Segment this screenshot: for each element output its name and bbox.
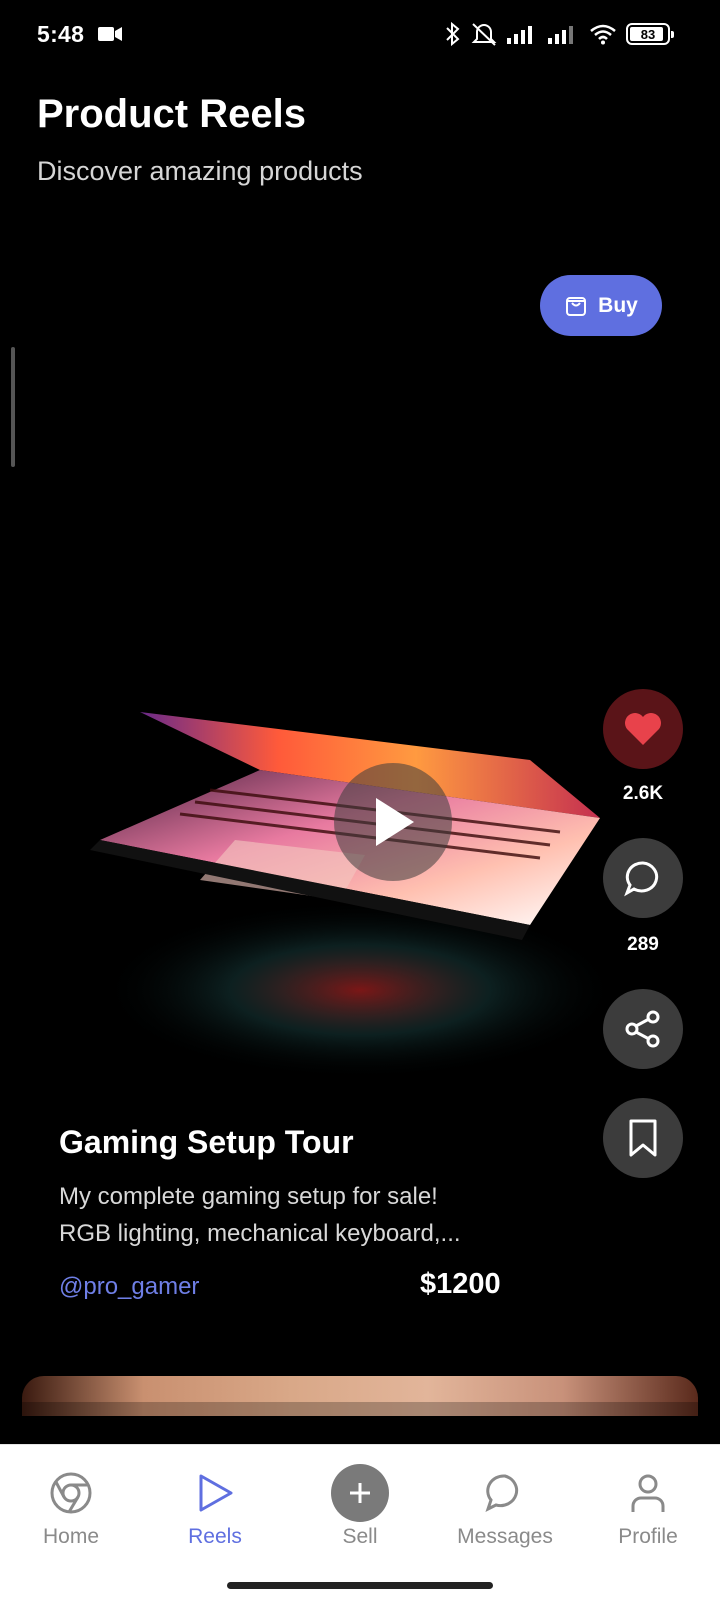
bottom-nav: Home Reels Sell Messages Profile [0, 1444, 720, 1600]
plus-icon [330, 1463, 390, 1523]
page-subtitle: Discover amazing products [37, 156, 363, 186]
shopping-bag-icon [566, 296, 587, 316]
bookmark-icon [629, 1119, 657, 1157]
heart-icon [625, 713, 661, 745]
like-count: 2.6K [622, 783, 664, 804]
nav-profile-label: Profile [618, 1525, 678, 1548]
comment-icon [624, 861, 659, 897]
nav-reels-label: Reels [188, 1525, 242, 1548]
scroll-indicator[interactable] [11, 347, 15, 467]
profile-icon [624, 1469, 672, 1517]
play-icon [191, 1469, 239, 1517]
like-button[interactable] [603, 689, 683, 769]
page-title: Product Reels [37, 92, 306, 136]
reel-title: Gaming Setup Tour [59, 1124, 354, 1160]
signal-icon [507, 26, 532, 44]
battery-level: 83 [640, 26, 656, 42]
reel-username[interactable]: @pro_gamer [59, 1273, 199, 1301]
mute-bell-icon [471, 23, 497, 46]
reel-description-line-1: My complete gaming setup for sale! [59, 1183, 438, 1210]
next-reel-preview[interactable] [22, 1376, 698, 1416]
nav-sell[interactable]: Sell [290, 1445, 430, 1565]
share-button[interactable] [603, 989, 683, 1069]
status-bar: 5:48 83 [0, 0, 720, 70]
nav-home[interactable]: Home [1, 1445, 141, 1565]
reel-price: $1200 [420, 1268, 501, 1300]
nav-profile[interactable]: Profile [578, 1445, 718, 1565]
video-camera-icon [98, 27, 122, 41]
share-icon [625, 1010, 660, 1048]
nav-sell-label: Sell [342, 1525, 378, 1548]
signal-icon-2 [548, 26, 573, 44]
wifi-icon [590, 24, 616, 45]
play-icon [376, 798, 414, 846]
chrome-icon [47, 1469, 95, 1517]
buy-label: Buy [598, 293, 638, 317]
nav-messages[interactable]: Messages [435, 1445, 575, 1565]
message-icon [481, 1469, 529, 1517]
comment-count: 289 [627, 934, 659, 955]
status-time: 5:48 [37, 21, 85, 47]
home-indicator[interactable] [227, 1582, 493, 1589]
battery-icon: 83 [626, 23, 674, 45]
comment-button[interactable] [603, 838, 683, 918]
bookmark-button[interactable] [603, 1098, 683, 1178]
nav-home-label: Home [42, 1525, 100, 1548]
reel-description: My complete gaming setup for sale! RGB l… [59, 1178, 529, 1252]
product-video[interactable] [60, 700, 620, 1120]
nav-reels[interactable]: Reels [145, 1445, 285, 1565]
bluetooth-icon [446, 21, 460, 47]
play-button[interactable] [334, 763, 452, 881]
nav-messages-label: Messages [457, 1525, 553, 1548]
status-icons: 83 [445, 18, 674, 50]
buy-button[interactable]: Buy [540, 275, 662, 336]
reels-screen: 5:48 83 Product Reels Discover amazing p… [0, 0, 720, 1600]
reel-description-line-2: RGB lighting, mechanical keyboard,... [59, 1220, 461, 1247]
